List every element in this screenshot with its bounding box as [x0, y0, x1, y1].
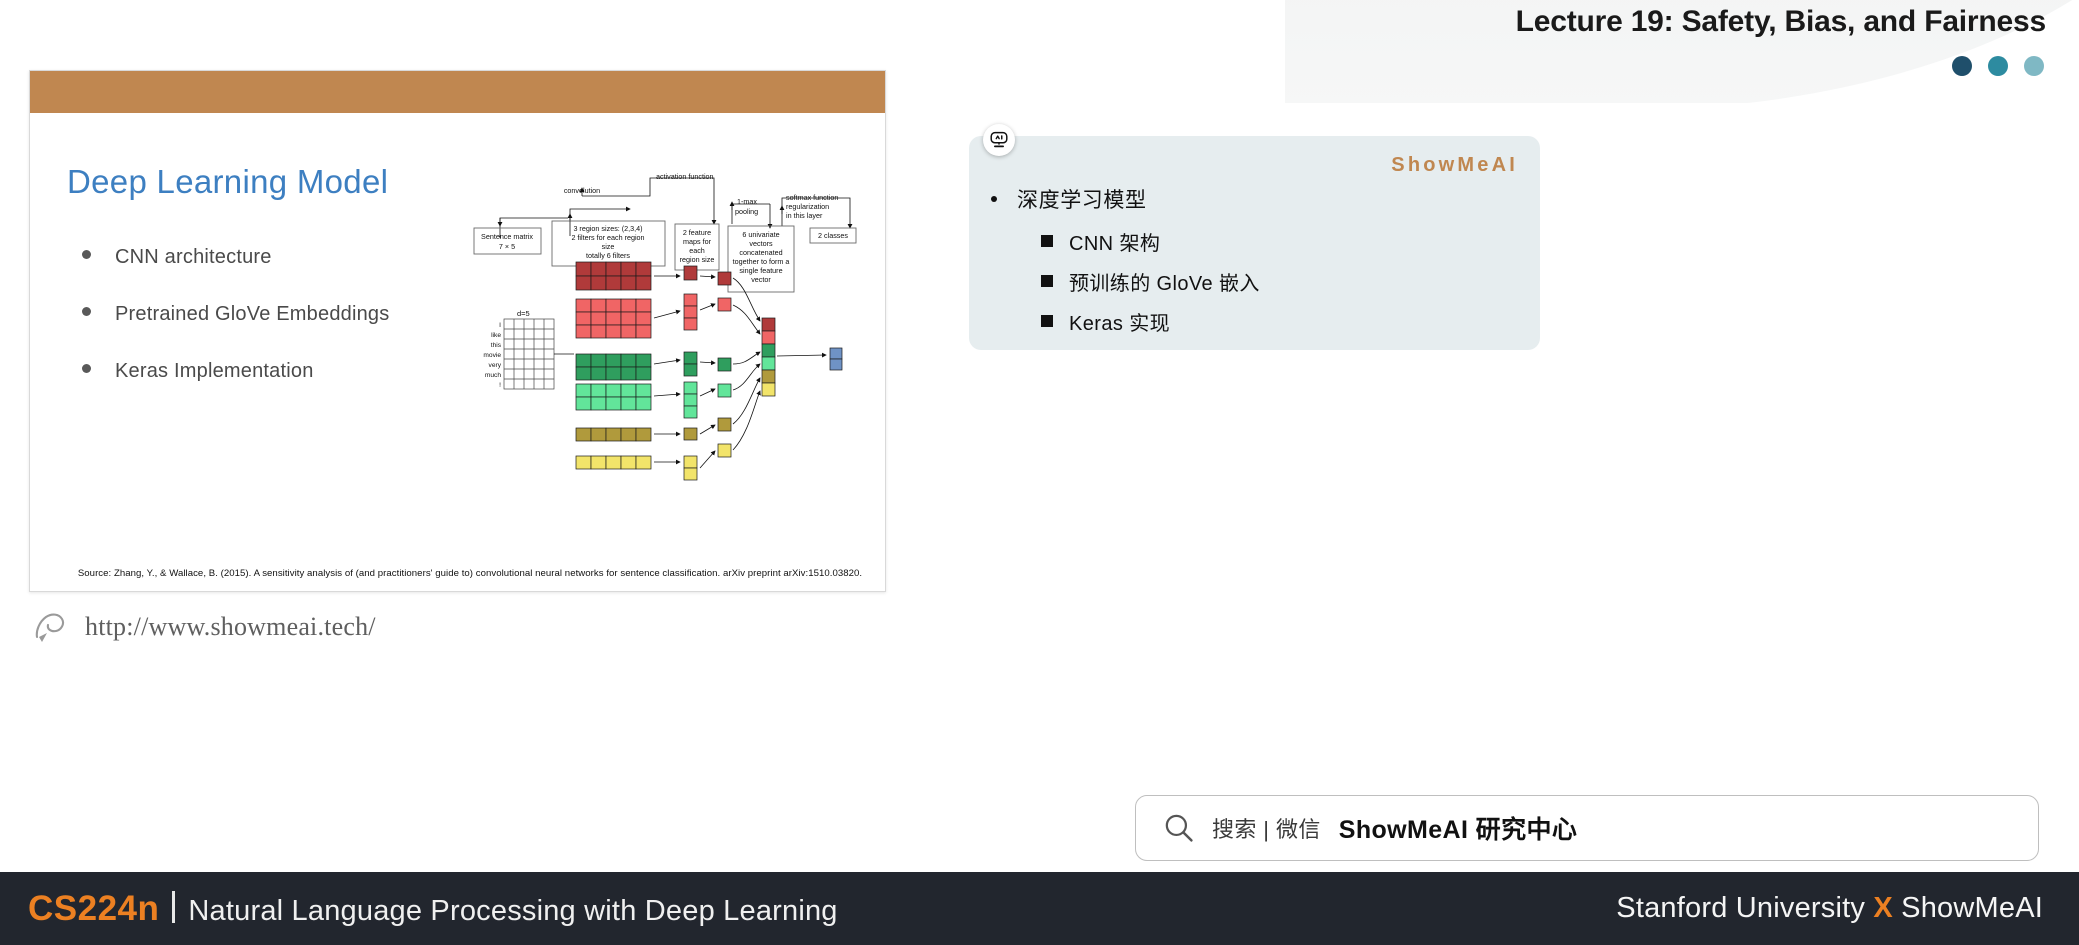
notes-sub-bullet-label: Keras 实现 [1069, 313, 1171, 335]
svg-text:like: like [491, 332, 501, 339]
header-dot-mid [1988, 56, 2008, 76]
diagram-box-featuremaps-3: each [689, 246, 705, 255]
diagram-feature-stacks [575, 261, 652, 470]
footer-divider [172, 891, 176, 923]
notes-list: 深度学习模型 CNN 架构 预训练的 GloVe 嵌入 Keras 实现 [991, 184, 1260, 347]
slide-bullet-item: Pretrained GloVe Embeddings [82, 303, 472, 326]
diagram-box-sentence-matrix-1: Sentence matrix [481, 232, 533, 241]
diagram-label-softmax-1: softmax function [786, 193, 838, 202]
notes-sub-bullet: Keras 实现 [1041, 307, 1260, 336]
header-dot-dark [1952, 56, 1972, 76]
diagram-box-univariate-5: single feature [739, 266, 782, 275]
bullet-square-icon [1041, 315, 1053, 327]
ai-robot-icon [983, 124, 1015, 156]
url-row[interactable]: http://www.showmeai.tech/ [33, 610, 376, 644]
footer-affiliation-right: ShowMeAI [1901, 892, 2043, 924]
diagram-box-regions-2: 2 filters for each region [571, 233, 644, 242]
diagram-output-cells [829, 347, 843, 371]
lecture-title: Lecture 19: Safety, Bias, and Fairness [1515, 5, 2047, 38]
slide-bullet-list: CNN architecture Pretrained GloVe Embedd… [82, 246, 472, 417]
slide-bullet-label: Keras Implementation [115, 360, 314, 382]
diagram-box-univariate-4: together to form a [733, 257, 790, 266]
search-icon [1165, 814, 1193, 842]
diagram-label-softmax-2: regularization [786, 202, 829, 211]
diagram-box-featuremaps-1: 2 feature [683, 228, 711, 237]
diagram-label-pooling-2: pooling [735, 207, 758, 216]
svg-text:this: this [491, 342, 502, 349]
diagram-box-univariate-6: vector [751, 275, 771, 284]
footer-bar: CS224n Natural Language Processing with … [0, 872, 2079, 945]
diagram-label-convolution: convolution [564, 186, 600, 195]
svg-text:very: very [489, 362, 502, 369]
diagram-label-softmax-3: in this layer [786, 211, 823, 220]
diagram-feature-vector [761, 317, 776, 397]
notes-panel: ShowMeAI 深度学习模型 CNN 架构 预训练的 GloVe 嵌入 Ker… [969, 124, 1540, 350]
diagram-label-pooling-1: 1-max [737, 197, 757, 206]
diagram-box-regions-3: size [602, 242, 615, 251]
slide-bullet-item: Keras Implementation [82, 360, 472, 383]
url-text[interactable]: http://www.showmeai.tech/ [85, 612, 376, 642]
diagram-box-univariate-3: concatenated [739, 248, 782, 257]
diagram-box-univariate-1: 6 univariate [742, 230, 779, 239]
diagram-citation: Source: Zhang, Y., & Wallace, B. (2015).… [77, 568, 863, 579]
diagram-sentence-words: I like this movie very much ! [483, 322, 501, 389]
notes-sub-bullet-label: 预训练的 GloVe 嵌入 [1069, 273, 1260, 295]
bullet-dot-icon [82, 307, 91, 316]
bullet-dot-icon [82, 250, 91, 259]
svg-text:!: ! [499, 382, 501, 389]
slide-bullet-label: Pretrained GloVe Embeddings [115, 303, 390, 325]
slide-bullet-label: CNN architecture [115, 246, 272, 268]
header-dots [1952, 56, 2044, 76]
slide-top-color-band [30, 71, 885, 113]
footer-course-block: CS224n Natural Language Processing with … [28, 888, 838, 929]
slide-card: Deep Learning Model CNN architecture Pre… [29, 70, 886, 592]
diagram-box-sentence-matrix-2: 7 × 5 [499, 242, 515, 251]
notes-top-bullet-label: 深度学习模型 [1017, 189, 1147, 212]
notes-top-bullet: 深度学习模型 [991, 184, 1260, 214]
bullet-square-icon [1041, 275, 1053, 287]
search-terms-label: 搜索 | 微信 [1212, 817, 1321, 842]
cnn-architecture-diagram: convolution activation function 1-max po… [470, 166, 880, 586]
bullet-square-icon [1041, 235, 1053, 247]
footer-affiliation-x: X [1873, 892, 1893, 924]
diagram-label-d: d=5 [517, 309, 530, 318]
svg-text:movie: movie [483, 352, 501, 359]
slide-title: Deep Learning Model [67, 163, 389, 200]
diagram-box-univariate-2: vectors [749, 239, 773, 248]
diagram-box-regions-1: 3 region sizes: (2,3,4) [573, 224, 642, 233]
search-bar[interactable]: 搜索 | 微信 ShowMeAI 研究中心 [1135, 795, 2039, 861]
footer-affiliation: Stanford University X ShowMeAI [1616, 892, 2043, 925]
notes-sub-bullet: 预训练的 GloVe 嵌入 [1041, 267, 1260, 296]
bullet-dot-icon [82, 364, 91, 373]
pen-cursor-icon [35, 613, 65, 642]
diagram-box-featuremaps-4: region size [680, 255, 715, 264]
search-brand-label: ShowMeAI 研究中心 [1338, 816, 1578, 844]
slide-bullet-item: CNN architecture [82, 246, 472, 269]
diagram-pooled-cells [717, 271, 732, 458]
bullet-dot-icon [991, 196, 997, 202]
footer-course-name: Natural Language Processing with Deep Le… [188, 895, 838, 927]
diagram-mid-cells [683, 265, 698, 481]
diagram-box-classes: 2 classes [818, 231, 848, 240]
header-dot-light [2024, 56, 2044, 76]
svg-text:much: much [485, 372, 501, 379]
notes-sub-bullet-label: CNN 架构 [1069, 233, 1161, 255]
slide-page: Lecture 19: Safety, Bias, and Fairness D… [0, 0, 2079, 945]
footer-affiliation-left: Stanford University [1616, 892, 1866, 924]
showmeai-brand-logo: ShowMeAI [1391, 154, 1518, 176]
diagram-box-featuremaps-2: maps for [683, 237, 712, 246]
diagram-label-activation: activation function [656, 172, 714, 181]
notes-sub-bullet: CNN 架构 [1041, 227, 1260, 256]
svg-text:I: I [499, 322, 501, 329]
footer-course-code: CS224n [28, 889, 160, 928]
diagram-box-regions-4: totally 6 filters [586, 251, 630, 260]
